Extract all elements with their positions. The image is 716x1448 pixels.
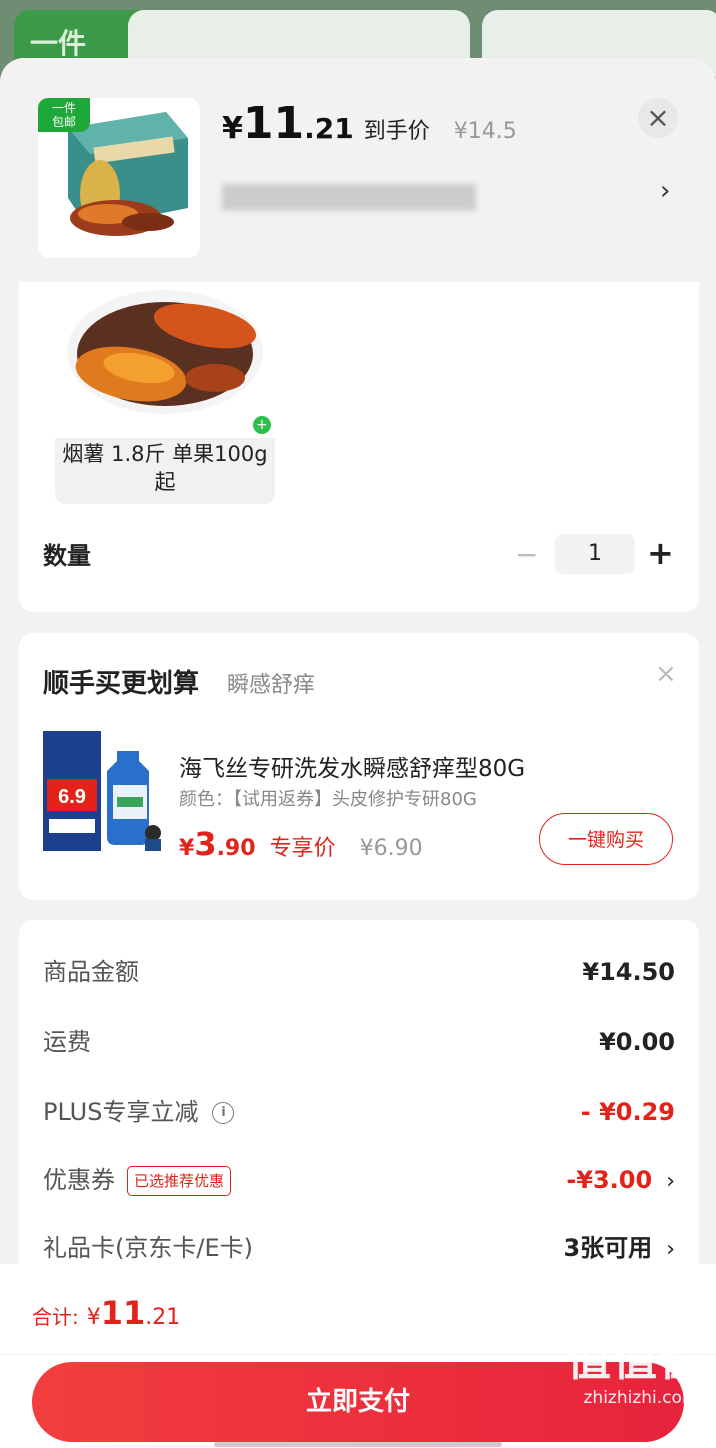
upsell-price-integer: 3 bbox=[194, 825, 217, 863]
upsell-price-tag: 专享价 bbox=[269, 836, 336, 861]
total-label: 合计: bbox=[32, 1305, 79, 1329]
upsell-product-image[interactable]: 6.9 bbox=[43, 729, 167, 853]
upsell-subtitle: 瞬感舒痒 bbox=[227, 673, 316, 698]
sku-image: + bbox=[55, 282, 275, 438]
quantity-input[interactable]: 1 bbox=[555, 534, 635, 574]
price-row: ¥ 11 .21 到手价 ¥14.5 bbox=[222, 98, 517, 158]
checkout-footer: 合计: ¥ 11 .21 立即支付 值值值 zhizhizhi.com bbox=[0, 1264, 716, 1448]
gift-card-value: 3张可用 bbox=[563, 1234, 653, 1262]
quantity-minus-button[interactable]: − bbox=[515, 538, 538, 571]
info-icon[interactable]: i bbox=[212, 1102, 235, 1124]
summary-row-value: ¥0.00 bbox=[599, 1028, 675, 1056]
total-integer: 11 bbox=[100, 1294, 146, 1332]
coupon-label: 优惠券 bbox=[43, 1166, 115, 1194]
sku-label: 烟薯 1.8斤 单果100g起 bbox=[62, 442, 268, 494]
chevron-right-icon[interactable]: › bbox=[660, 176, 670, 206]
purchase-sheet: 一件 包邮 ¥ 11 .21 到手价 ¥14.5 × ▆▆▆▆▆▆▆▆▆▆▆ › bbox=[0, 58, 716, 1448]
summary-row-label: PLUS专享立减 i bbox=[43, 1092, 235, 1132]
upsell-title: 顺手买更划算 bbox=[43, 669, 200, 699]
summary-row-shipping: 运费 ¥0.00 bbox=[43, 1022, 675, 1062]
summary-row-gift-card[interactable]: 礼品卡(京东卡/E卡) 3张可用 › bbox=[43, 1228, 675, 1268]
one-click-buy-button[interactable]: 一键购买 bbox=[539, 813, 673, 865]
shampoo-image: 6.9 bbox=[43, 731, 161, 851]
coupon-value: -¥3.00 bbox=[566, 1166, 653, 1194]
final-price-label: 到手价 bbox=[363, 119, 430, 144]
roasted-sweet-potato-image bbox=[67, 290, 263, 414]
chevron-right-icon: › bbox=[666, 1169, 675, 1194]
price-currency: ¥ bbox=[222, 111, 243, 146]
summary-row-plus-discount: PLUS专享立减 i - ¥0.29 bbox=[43, 1092, 675, 1132]
upsell-close-icon[interactable]: × bbox=[655, 659, 677, 689]
summary-row-label: 礼品卡(京东卡/E卡) bbox=[43, 1234, 253, 1262]
sku-card: + 烟薯 1.8斤 单果100g起 数量 − 1 + bbox=[19, 282, 699, 612]
upsell-price-decimal: .90 bbox=[216, 836, 256, 861]
plus-discount-label: PLUS专享立减 bbox=[43, 1098, 199, 1126]
background-tab-label: 一件 bbox=[30, 27, 87, 60]
site-watermark-url: zhizhizhi.com bbox=[583, 1388, 699, 1408]
total-currency: ¥ bbox=[86, 1305, 101, 1330]
price-integer: 11 bbox=[242, 98, 305, 149]
upsell-card: 顺手买更划算 瞬感舒痒 × 6.9 海飞丝专研洗发水瞬感舒痒型80G 颜色：【试… bbox=[19, 633, 699, 900]
upsell-product-spec: 颜色：【试用返券】头皮修护专研80G bbox=[179, 789, 477, 810]
upsell-price-row: ¥ 3 .90 专享价 ¥6.90 bbox=[179, 825, 423, 863]
summary-row-value: -¥3.00 › bbox=[566, 1160, 675, 1202]
sku-option[interactable]: + 烟薯 1.8斤 单果100g起 bbox=[55, 282, 275, 504]
summary-row-coupon[interactable]: 优惠券 已选推荐优惠 -¥3.00 › bbox=[43, 1160, 675, 1200]
chevron-right-icon: › bbox=[666, 1237, 675, 1262]
site-watermark: 值值值 bbox=[567, 1335, 705, 1386]
sheet-header: 一件 包邮 ¥ 11 .21 到手价 ¥14.5 × ▆▆▆▆▆▆▆▆▆▆▆ › bbox=[0, 58, 716, 282]
total-decimal: .21 bbox=[145, 1305, 181, 1330]
total-price: 合计: ¥ 11 .21 bbox=[32, 1294, 180, 1332]
original-price: ¥14.5 bbox=[453, 119, 517, 144]
upsell-original-price: ¥6.90 bbox=[359, 836, 423, 861]
close-button[interactable]: × bbox=[638, 98, 678, 138]
plus-icon: + bbox=[253, 416, 271, 434]
free-shipping-badge: 一件 包邮 bbox=[38, 98, 90, 132]
blurred-product-title[interactable]: ▆▆▆▆▆▆▆▆▆▆▆ bbox=[222, 176, 642, 232]
summary-row-label: 优惠券 已选推荐优惠 bbox=[43, 1160, 232, 1200]
upsell-price-currency: ¥ bbox=[179, 836, 195, 861]
summary-row-label: 运费 bbox=[43, 1028, 91, 1056]
summary-row-value: ¥14.50 bbox=[582, 958, 675, 986]
summary-row-value: - ¥0.29 bbox=[580, 1098, 675, 1126]
quantity-plus-button[interactable]: + bbox=[647, 534, 674, 572]
home-indicator bbox=[214, 1442, 502, 1447]
svg-text:6.9: 6.9 bbox=[58, 786, 86, 808]
price-decimal: .21 bbox=[304, 112, 354, 145]
quantity-label: 数量 bbox=[43, 542, 91, 570]
upsell-product-name[interactable]: 海飞丝专研洗发水瞬感舒痒型80G bbox=[179, 749, 525, 783]
summary-row-label: 商品金额 bbox=[43, 958, 139, 986]
summary-row-goods: 商品金额 ¥14.50 bbox=[43, 952, 675, 992]
coupon-tag: 已选推荐优惠 bbox=[127, 1166, 232, 1196]
